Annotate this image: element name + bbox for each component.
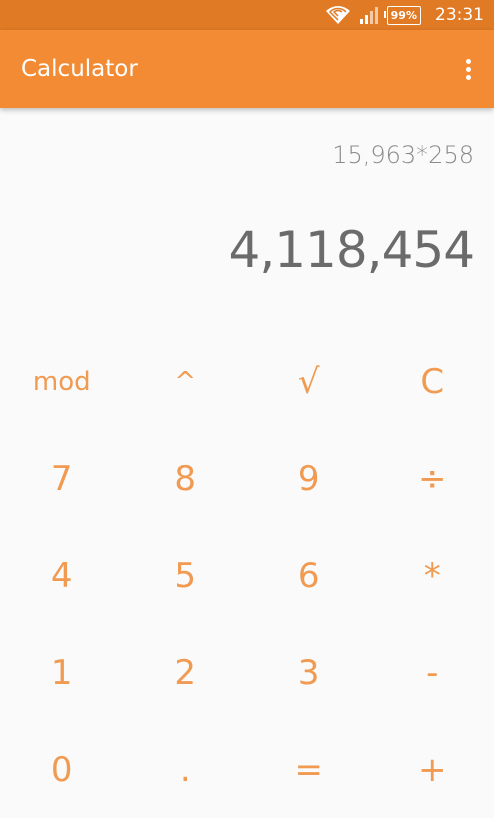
key-sqrt[interactable]: √ [247, 333, 371, 430]
key-7[interactable]: 7 [0, 430, 124, 527]
key-mod[interactable]: mod [0, 333, 124, 430]
key-6[interactable]: 6 [247, 527, 371, 624]
key-5[interactable]: 5 [124, 527, 248, 624]
key-power[interactable]: ^ [124, 333, 248, 430]
app-bar: Calculator [0, 30, 494, 108]
key-2[interactable]: 2 [124, 624, 248, 721]
result-text: 4,118,454 [229, 221, 474, 279]
expression-text: 15,963*258 [332, 141, 474, 169]
signal-icon [359, 6, 379, 24]
status-time: 23:31 [435, 5, 484, 25]
key-add[interactable]: + [371, 721, 494, 818]
key-equals[interactable]: = [247, 721, 371, 818]
key-4[interactable]: 4 [0, 527, 124, 624]
key-3[interactable]: 3 [247, 624, 371, 721]
key-divide[interactable]: ÷ [371, 430, 494, 527]
key-clear[interactable]: C [371, 333, 494, 430]
key-multiply[interactable]: * [371, 527, 494, 624]
key-8[interactable]: 8 [124, 430, 248, 527]
key-subtract[interactable]: - [371, 624, 494, 721]
status-bar: 99% 23:31 [0, 0, 494, 30]
app-title: Calculator [21, 56, 138, 82]
calculator-display: 15,963*258 4,118,454 [0, 108, 494, 333]
wifi-icon [325, 5, 351, 25]
overflow-menu-icon[interactable] [456, 49, 480, 89]
keypad: mod ^ √ C 7 8 9 ÷ 4 5 6 * 1 2 3 - 0 . = … [0, 333, 494, 817]
battery-indicator: 99% [387, 6, 421, 25]
key-decimal[interactable]: . [124, 721, 248, 818]
key-1[interactable]: 1 [0, 624, 124, 721]
key-0[interactable]: 0 [0, 721, 124, 818]
key-9[interactable]: 9 [247, 430, 371, 527]
